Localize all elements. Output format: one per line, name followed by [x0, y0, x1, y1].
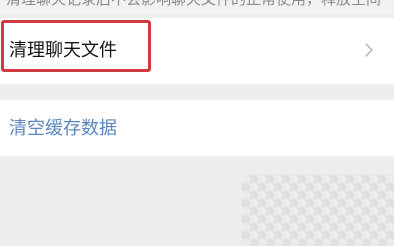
pixelated-overlay [242, 175, 394, 246]
top-hint-text: 清理聊天记录后不会影响聊天文件的正常使用，释放空间 [6, 0, 381, 9]
clear-cache-label: 清空缓存数据 [9, 118, 117, 139]
top-hint-strip: 清理聊天记录后不会影响聊天文件的正常使用，释放空间 [0, 0, 394, 14]
chevron-right-icon [365, 43, 373, 57]
highlight-box [1, 20, 151, 72]
clear-cache-row[interactable]: 清空缓存数据 [0, 100, 394, 156]
